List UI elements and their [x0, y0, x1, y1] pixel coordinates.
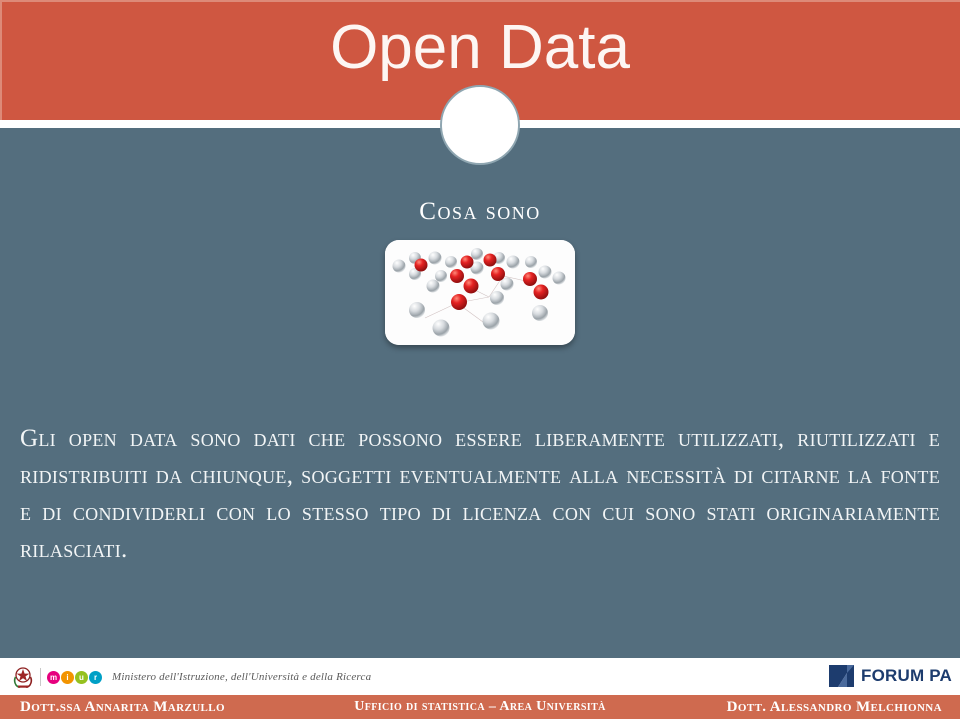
miur-dots: m i u r	[47, 670, 102, 684]
forum-pa-logo-mark-icon	[829, 665, 854, 687]
miur-logo: m i u r Ministero dell'Istruzione, dell'…	[12, 664, 371, 690]
italian-republic-emblem-icon	[13, 667, 33, 688]
miur-divider	[40, 668, 41, 686]
miur-dot-i: i	[61, 670, 74, 684]
footer-bar: Dott.ssa Annarita Marzullo Ufficio di st…	[0, 695, 960, 719]
slide-title: Open Data	[330, 13, 630, 82]
linked-spheres-graphic	[385, 240, 575, 345]
forum-pa-logo: FORUM PA	[828, 662, 952, 690]
miur-dot-r: r	[89, 670, 102, 684]
spheres-illustration-svg	[385, 240, 575, 345]
section-heading: Cosa sono	[419, 198, 541, 225]
miur-dot-u: u	[75, 670, 88, 684]
miur-wordmark: Ministero dell'Istruzione, dell'Universi…	[112, 671, 372, 683]
body-paragraph: Gli open data sono dati che possono esse…	[20, 425, 940, 563]
forum-pa-wordmark: FORUM PA	[861, 666, 952, 685]
presentation-slide: Open Data Cosa sono Gli open data sono d…	[0, 0, 960, 719]
decorative-circle	[440, 85, 520, 165]
footer-author-right: Dott. Alessandro Melchionna	[726, 699, 942, 715]
miur-dot-m: m	[47, 670, 60, 684]
